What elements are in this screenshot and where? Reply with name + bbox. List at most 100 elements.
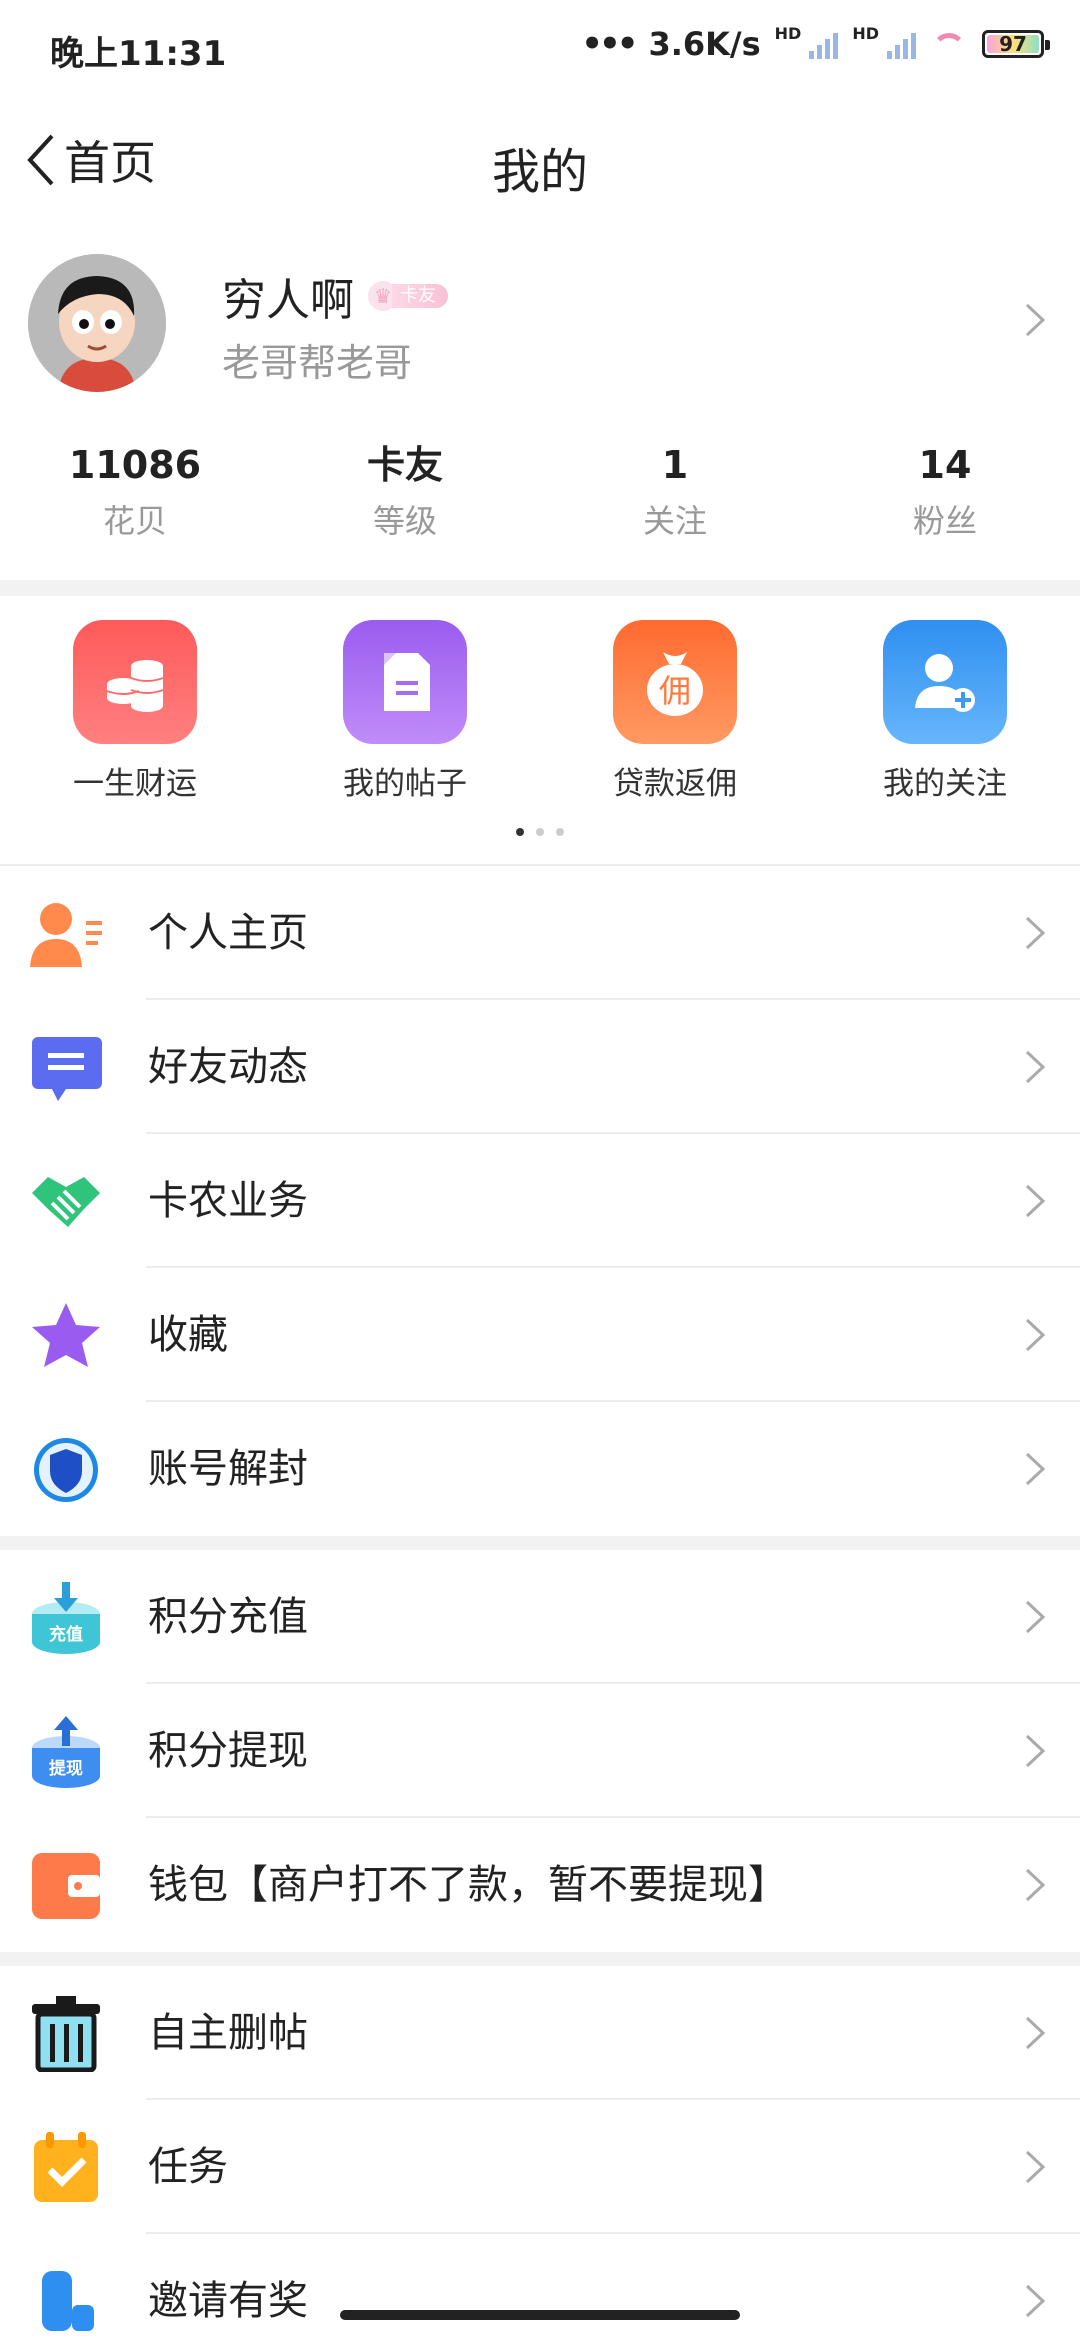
username: 穷人啊 (222, 275, 354, 326)
stat-value: 1 (661, 443, 689, 487)
profile-card[interactable]: 穷人啊 ♛ 卡友 老哥帮老哥 (0, 250, 1080, 400)
home-indicator[interactable] (340, 2310, 740, 2320)
menu-item-points-recharge[interactable]: 充值 积分充值 (0, 1550, 1080, 1684)
carousel-dot (516, 828, 524, 836)
level-badge-text: 卡友 (392, 284, 448, 308)
stat-value: 11086 (68, 443, 202, 487)
stat-label: 花贝 (102, 502, 167, 540)
stat-level[interactable]: 卡友 等级 (270, 440, 540, 570)
quick-my-follows[interactable]: 我的关注 (845, 620, 1045, 803)
menu-item-label: 好友动态 (148, 1044, 308, 1090)
chevron-right-icon (1024, 1599, 1046, 1635)
withdraw-icon: 提现 (28, 1716, 104, 1788)
gift-icon (28, 2267, 104, 2337)
quick-label: 贷款返佣 (613, 766, 737, 802)
menu-item-wallet[interactable]: 钱包【商户打不了款，暂不要提现】 (0, 1818, 1080, 1952)
stat-following[interactable]: 1 关注 (540, 440, 810, 570)
chevron-right-icon (1024, 2283, 1046, 2319)
quick-actions: 一生财运 我的帖子 佣 贷款返佣 我的关注 (0, 596, 1080, 864)
status-indicators: ••• 3.6K/s HD HD 97 (581, 24, 1050, 64)
section-divider (0, 1536, 1080, 1550)
quick-label: 我的帖子 (343, 766, 467, 802)
menu-item-label: 自主删帖 (148, 2010, 308, 2056)
quick-fortune[interactable]: 一生财运 (35, 620, 235, 803)
svg-text:充值: 充值 (49, 1624, 83, 1645)
carousel-dot (556, 828, 564, 836)
document-icon (343, 620, 467, 744)
chevron-right-icon (1024, 1733, 1046, 1769)
quick-label: 一生财运 (73, 766, 197, 802)
profile-signature: 老哥帮老哥 (222, 341, 413, 385)
signal-icon-2 (887, 29, 916, 59)
menu-item-kanong-business[interactable]: 卡农业务 (0, 1134, 1080, 1268)
stats-row: 11086 花贝 卡友 等级 1 关注 14 粉丝 (0, 440, 1080, 570)
chevron-right-icon (1024, 302, 1046, 338)
username-row: 穷人啊 ♛ 卡友 (222, 264, 448, 328)
svg-text:佣: 佣 (659, 672, 691, 710)
quick-label: 我的关注 (883, 766, 1007, 802)
money-bag-icon: 佣 (613, 620, 737, 744)
coins-icon (73, 620, 197, 744)
menu-item-friend-feed[interactable]: 好友动态 (0, 1000, 1080, 1134)
menu-item-favorites[interactable]: 收藏 (0, 1268, 1080, 1402)
quick-my-posts[interactable]: 我的帖子 (305, 620, 505, 803)
menu-item-label: 个人主页 (148, 910, 308, 956)
more-dots-icon: ••• (581, 24, 638, 64)
battery-icon: 97 (982, 30, 1050, 58)
status-bar: 晚上11:31 ••• 3.6K/s HD HD 97 (0, 0, 1080, 96)
svg-text:提现: 提现 (49, 1759, 83, 1779)
menu-item-label: 积分充值 (148, 1594, 308, 1640)
person-card-icon (28, 899, 104, 969)
hd-label-1: HD (774, 24, 802, 43)
shield-icon (28, 1435, 104, 1505)
menu-item-label: 收藏 (148, 1312, 228, 1358)
carousel-dot (536, 828, 544, 836)
chevron-right-icon (1024, 1867, 1046, 1903)
level-badge: ♛ 卡友 (368, 281, 448, 311)
menu-item-invite-reward[interactable]: 邀请有奖 (0, 2234, 1080, 2340)
stat-value: 卡友 (366, 443, 443, 487)
chevron-right-icon (1024, 1183, 1046, 1219)
menu-item-delete-posts[interactable]: 自主删帖 (0, 1966, 1080, 2100)
page-title: 我的 (491, 144, 588, 200)
stat-label: 等级 (372, 502, 437, 540)
chevron-right-icon (1024, 2149, 1046, 2185)
chat-bubble-icon (28, 1033, 104, 1103)
section-divider (0, 1952, 1080, 1966)
handshake-icon (28, 1167, 104, 1237)
wifi-icon (930, 29, 968, 59)
menu-item-personal-page[interactable]: 个人主页 (0, 866, 1080, 1000)
chevron-right-icon (1024, 2015, 1046, 2051)
signal-icon-1 (809, 29, 839, 59)
chevron-right-icon (1024, 1049, 1046, 1085)
chevron-right-icon (1024, 1317, 1046, 1353)
carousel-indicator (0, 828, 1080, 836)
chevron-right-icon (1024, 1451, 1046, 1487)
menu-item-label: 邀请有奖 (148, 2278, 308, 2324)
quick-loan-rebate[interactable]: 佣 贷款返佣 (575, 620, 775, 803)
trash-icon (28, 1996, 104, 2072)
battery-level: 97 (999, 32, 1027, 56)
add-user-icon (883, 620, 1007, 744)
menu-item-points-withdraw[interactable]: 提现 积分提现 (0, 1684, 1080, 1818)
menu-item-label: 钱包【商户打不了款，暂不要提现】 (148, 1862, 788, 1908)
stat-value: 14 (918, 443, 972, 487)
menu-item-tasks[interactable]: 任务 (0, 2100, 1080, 2234)
hd-label-2: HD (852, 24, 879, 43)
navigation-bar: 首页 我的 (0, 96, 1080, 226)
section-divider (0, 580, 1080, 596)
status-time: 晚上11:31 (50, 34, 227, 74)
recharge-icon: 充值 (28, 1582, 104, 1654)
avatar-image (28, 254, 166, 392)
calendar-check-icon (28, 2132, 104, 2203)
stat-followers[interactable]: 14 粉丝 (810, 440, 1080, 570)
stat-label: 关注 (642, 502, 707, 540)
stat-points[interactable]: 11086 花贝 (0, 440, 270, 570)
wallet-icon (28, 1851, 104, 1921)
stat-label: 粉丝 (912, 502, 977, 540)
menu-item-label: 任务 (148, 2144, 228, 2190)
avatar[interactable] (28, 254, 166, 392)
menu-item-label: 卡农业务 (148, 1178, 308, 1224)
menu-item-account-unblock[interactable]: 账号解封 (0, 1402, 1080, 1536)
menu-item-label: 账号解封 (148, 1446, 308, 1492)
